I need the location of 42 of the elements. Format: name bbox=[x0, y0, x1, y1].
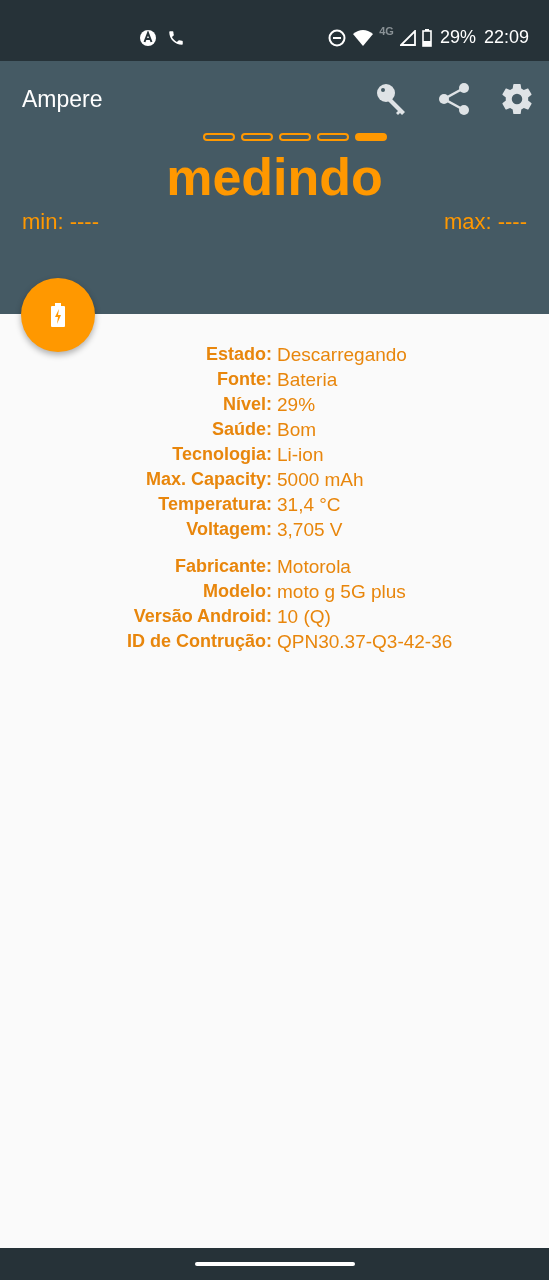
battery-percent: 29% bbox=[439, 27, 476, 48]
info-value: Bom bbox=[277, 418, 318, 442]
info-label: Voltagem: bbox=[185, 518, 272, 541]
info-value: moto g 5G plus bbox=[277, 580, 407, 604]
signal-icon bbox=[399, 29, 416, 46]
auto-rotate-icon bbox=[138, 27, 158, 48]
info-value: Li-ion bbox=[277, 443, 325, 467]
info-value: QPN30.37-Q3-42-36 bbox=[277, 630, 454, 654]
info-label: Fabricante: bbox=[173, 555, 272, 578]
info-label: Temperatura: bbox=[157, 493, 272, 516]
info-label: Versão Android: bbox=[132, 605, 272, 628]
info-value: 29% bbox=[277, 393, 317, 417]
info-label: Max. Capacity: bbox=[144, 468, 272, 491]
battery-fab[interactable] bbox=[21, 278, 95, 352]
share-icon[interactable] bbox=[437, 82, 471, 116]
info-value: 10 (Q) bbox=[277, 605, 332, 629]
info-label: Estado: bbox=[205, 343, 272, 366]
clock: 22:09 bbox=[483, 27, 529, 48]
info-value: Motorola bbox=[277, 555, 352, 579]
info-value: Descarregando bbox=[277, 343, 408, 367]
do-not-disturb-icon bbox=[327, 27, 348, 48]
info-label: Modelo: bbox=[202, 580, 272, 603]
info-label: ID de Contrução: bbox=[126, 630, 272, 653]
min-value: min: ---- bbox=[22, 209, 99, 235]
home-handle[interactable] bbox=[194, 1262, 355, 1266]
info-value: 3,705 V bbox=[277, 518, 344, 542]
max-value: max: ---- bbox=[443, 209, 527, 235]
info-label: Fonte: bbox=[216, 368, 272, 391]
info-value: 31,4 °C bbox=[277, 493, 342, 517]
info-label: Saúde: bbox=[211, 418, 272, 441]
info-value: Bateria bbox=[277, 368, 339, 392]
phone-icon bbox=[167, 28, 185, 47]
info-label: Nível: bbox=[221, 393, 272, 416]
battery-icon bbox=[421, 28, 432, 47]
battery-charging-icon bbox=[51, 303, 65, 327]
info-value: 5000 mAh bbox=[277, 468, 365, 492]
wifi-icon bbox=[353, 29, 374, 46]
app-title: Ampere bbox=[22, 85, 103, 113]
network-label: 4G bbox=[379, 25, 394, 37]
status-reading: medindo bbox=[165, 147, 384, 207]
settings-icon[interactable] bbox=[499, 81, 535, 117]
info-label: Tecnologia: bbox=[171, 443, 272, 466]
